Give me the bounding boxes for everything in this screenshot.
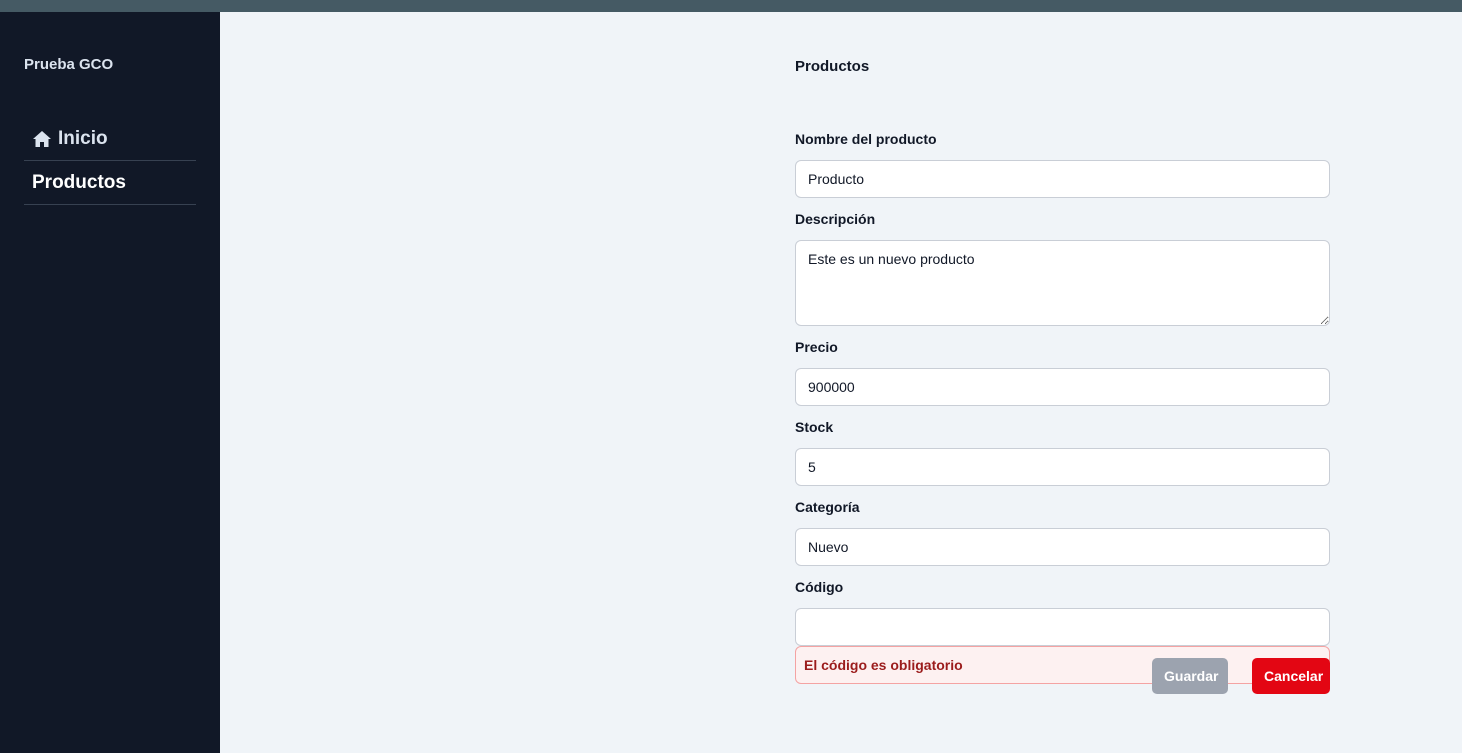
sidebar-item-label: Inicio [58, 127, 108, 149]
sidebar: Prueba GCO Inicio Productos [0, 12, 220, 753]
price-label: Precio [795, 339, 838, 355]
app-brand: Prueba GCO [24, 56, 114, 73]
price-input[interactable] [795, 368, 1330, 406]
page-title: Productos [795, 58, 870, 75]
name-input[interactable] [795, 160, 1330, 198]
category-input[interactable] [795, 528, 1330, 566]
save-button[interactable]: Guardar [1152, 658, 1228, 694]
top-bar [0, 0, 1462, 12]
sidebar-item-productos[interactable]: Productos [24, 161, 196, 205]
code-label: Código [795, 579, 844, 595]
sidebar-nav: Inicio Productos [24, 117, 196, 205]
description-textarea[interactable]: Este es un nuevo producto [795, 240, 1330, 326]
code-input[interactable] [795, 608, 1330, 646]
sidebar-item-label: Productos [32, 171, 126, 193]
main-content: Productos Nombre del producto Descripció… [220, 12, 1462, 753]
home-icon [32, 129, 52, 149]
code-error-text: El código es obligatorio [804, 657, 963, 673]
form-actions: Guardar Cancelar [1152, 658, 1330, 694]
cancel-button[interactable]: Cancelar [1252, 658, 1330, 694]
sidebar-item-inicio[interactable]: Inicio [24, 117, 196, 161]
stock-label: Stock [795, 419, 834, 435]
description-label: Descripción [795, 211, 876, 227]
category-label: Categoría [795, 499, 860, 515]
stock-input[interactable] [795, 448, 1330, 486]
name-label: Nombre del producto [795, 131, 937, 147]
product-form: Nombre del producto Descripción Este es … [795, 130, 1330, 684]
